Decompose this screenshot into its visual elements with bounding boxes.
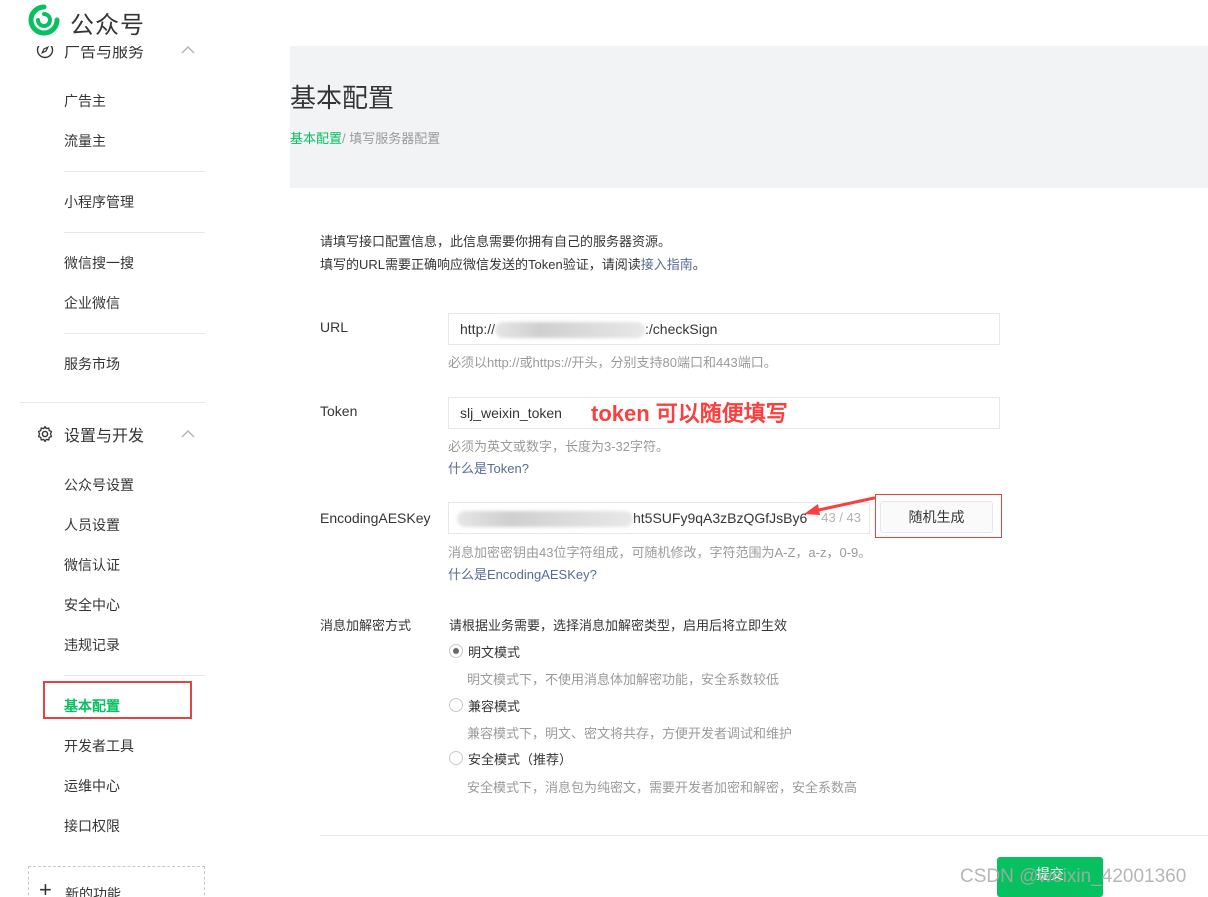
intro-line-1: 请填写接口配置信息，此信息需要你拥有自己的服务器资源。 xyxy=(320,234,672,249)
url-input[interactable]: http:// :/checkSign xyxy=(448,313,1000,345)
sidebar-item-wecom[interactable]: 企业微信 xyxy=(64,293,120,313)
access-guide-link[interactable]: 接入指南 xyxy=(641,257,693,272)
token-value: slj_weixin_token xyxy=(460,405,562,421)
brand-title: 公众号 xyxy=(70,12,145,39)
breadcrumb-link[interactable]: 基本配置 xyxy=(290,131,342,146)
sidebar-item-traffic[interactable]: 流量主 xyxy=(64,131,106,151)
url-suffix: :/checkSign xyxy=(645,321,718,337)
redacted-blur xyxy=(495,322,646,339)
token-label: Token xyxy=(320,403,358,419)
nav-divider xyxy=(64,333,205,334)
page-title: 基本配置 xyxy=(290,83,395,113)
encryption-hint: 请根据业务需要，选择消息加解密类型，启用后将立即生效 xyxy=(449,618,788,633)
radio-description: 安全模式下，消息包为纯密文，需要开发者加密和解密，安全系数高 xyxy=(467,780,858,795)
encryption-label: 消息加解密方式 xyxy=(320,618,412,633)
radio-description: 明文模式下，不使用消息体加解密功能，安全系数较低 xyxy=(467,672,780,687)
nav-divider xyxy=(20,402,205,403)
sidebar-item-staff-settings[interactable]: 人员设置 xyxy=(64,515,120,535)
what-is-aes-key-link[interactable]: 什么是EncodingAESKey? xyxy=(448,564,597,583)
sidebar-item-wechat-search[interactable]: 微信搜一搜 xyxy=(64,253,134,273)
arrow-annotation-icon xyxy=(804,496,876,515)
url-prefix: http:// xyxy=(460,321,496,337)
token-tip: 必须为英文或数字，长度为3-32字符。 xyxy=(448,439,670,454)
sidebar-item-miniprogram[interactable]: 小程序管理 xyxy=(64,192,134,212)
radio-secure-mode[interactable]: 安全模式（推荐） xyxy=(449,749,572,767)
radio-button-selected[interactable] xyxy=(449,644,463,658)
what-is-token-link[interactable]: 什么是Token? xyxy=(448,458,529,477)
highlight-box xyxy=(43,681,192,719)
divider xyxy=(320,835,1208,836)
top-header: 公众号 xyxy=(0,0,1208,46)
gear-icon xyxy=(37,425,53,443)
nav-divider xyxy=(64,171,205,172)
intro-line-2: 填写的URL需要正确响应微信发送的Token验证，请阅读接入指南。 xyxy=(320,254,706,273)
chevron-up-icon[interactable] xyxy=(180,45,196,55)
generate-random-button[interactable]: 随机生成 xyxy=(880,501,993,533)
sidebar-item-developer-tools[interactable]: 开发者工具 xyxy=(64,736,134,756)
aes-key-tip: 消息加密密钥由43位字符组成，可随机修改，字符范围为A-Z，a-z，0-9。 xyxy=(448,545,872,560)
redacted-blur xyxy=(457,511,633,528)
breadcrumb-current: / 填写服务器配置 xyxy=(342,131,441,146)
radio-compatible-mode[interactable]: 兼容模式 xyxy=(449,696,520,714)
token-annotation: token 可以随便填写 xyxy=(591,401,788,426)
nav-group-settings-label: 设置与开发 xyxy=(64,428,145,445)
aes-key-value: ht5SUFy9qA3zBzQGfJsBy6 xyxy=(633,510,808,526)
aes-key-label: EncodingAESKey xyxy=(320,510,431,526)
url-label: URL xyxy=(320,319,349,335)
radio-description: 兼容模式下，明文、密文将共存，方便开发者调试和维护 xyxy=(467,726,793,741)
radio-button[interactable] xyxy=(449,751,463,765)
sidebar-item-ops-center[interactable]: 运维中心 xyxy=(64,776,120,796)
nav-divider xyxy=(64,232,205,233)
url-tip: 必须以http://或https://开头，分别支持80端口和443端口。 xyxy=(448,355,777,370)
radio-label: 兼容模式 xyxy=(468,698,521,714)
intro-line-2-suffix: 。 xyxy=(692,257,706,272)
sidebar: 广告与服务 广告主 流量主 小程序管理 微信搜一搜 企业微信 服务市场 设置与开… xyxy=(0,0,290,897)
radio-label: 安全模式（推荐） xyxy=(468,751,573,767)
radio-button[interactable] xyxy=(449,698,463,712)
radio-label: 明文模式 xyxy=(468,644,521,660)
sidebar-item-advertiser[interactable]: 广告主 xyxy=(64,91,106,111)
radio-plaintext-mode[interactable]: 明文模式 xyxy=(449,642,520,660)
nav-group-settings[interactable]: 设置与开发 xyxy=(36,422,144,446)
wechat-official-logo[interactable] xyxy=(28,4,60,36)
watermark: CSDN @weixin_42001360 xyxy=(960,866,1187,887)
sidebar-item-account-settings[interactable]: 公众号设置 xyxy=(64,475,134,495)
sidebar-item-wechat-verification[interactable]: 微信认证 xyxy=(64,555,120,575)
new-function-label: 新的功能 xyxy=(65,886,121,897)
sidebar-item-security-center[interactable]: 安全中心 xyxy=(64,595,120,615)
new-function-button[interactable]: + 新的功能 xyxy=(28,866,205,897)
nav-divider xyxy=(64,675,205,676)
chevron-up-icon[interactable] xyxy=(180,429,196,439)
sidebar-item-violation-records[interactable]: 违规记录 xyxy=(64,635,120,655)
sidebar-item-api-permissions[interactable]: 接口权限 xyxy=(64,816,120,836)
intro-line-2-text: 填写的URL需要正确响应微信发送的Token验证，请阅读 xyxy=(320,257,641,272)
plus-icon: + xyxy=(39,877,52,897)
breadcrumb: 基本配置/ 填写服务器配置 xyxy=(290,128,440,147)
sidebar-item-service-market[interactable]: 服务市场 xyxy=(64,354,120,374)
